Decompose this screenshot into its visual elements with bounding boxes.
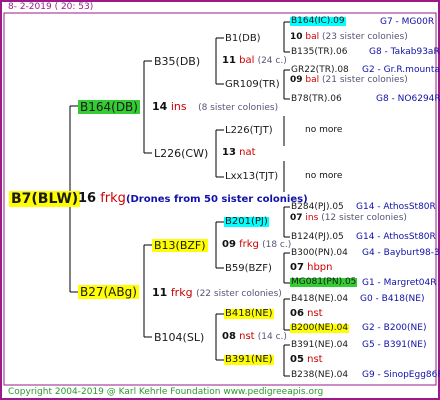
- gen4-2-note: (21 sister colonies): [322, 75, 408, 85]
- root-node[interactable]: B7(BLW): [9, 191, 81, 207]
- gen4-node-4[interactable]: Lxx13(TJT): [224, 172, 279, 182]
- gen5-nomore-1: no more: [305, 125, 343, 135]
- root-num: 16: [78, 191, 97, 206]
- gen3-3-num: 09: [222, 239, 236, 250]
- gen5-right-9: G14 - AthosSt80R: [356, 232, 436, 242]
- gen5-right-4: G2 - Gr.R.mounta: [362, 65, 440, 75]
- gen4-5-note: (12 sister colonies): [321, 213, 407, 223]
- gen5-nomore-2: no more: [305, 171, 343, 181]
- gen5-right-11: G1 - Margret04R: [362, 278, 437, 288]
- gen5-node-14[interactable]: B391(NE).04: [290, 341, 349, 350]
- gen3-2-year: nat: [239, 147, 256, 158]
- gen4-6-year: hbpn: [307, 262, 333, 273]
- gen4-7-num: 06: [290, 308, 304, 319]
- gen5-2-year: bal: [305, 32, 320, 42]
- gen2-node-top[interactable]: B164(DB): [78, 100, 140, 114]
- gen5-right-10: G4 - Bayburt98-3: [362, 248, 440, 258]
- gen5-right-1: G7 - MG00R: [380, 17, 435, 27]
- header-date: 8- 2-2019 ( 20: 53): [8, 2, 94, 12]
- gen2-top-info: 14 ins (8 sister colonies): [152, 101, 278, 113]
- gen5-node-12[interactable]: B418(NE).04: [290, 295, 349, 304]
- gen2-node-bottom[interactable]: B27(ABg): [78, 285, 139, 299]
- gen4-node-2[interactable]: GR109(TR): [224, 80, 281, 90]
- gen3-3-year: frkg: [239, 239, 259, 250]
- gen4-8-info: 05 nst: [290, 355, 323, 365]
- footer-copyright: Copyright 2004-2019 @ Karl Kehrle Founda…: [8, 387, 324, 397]
- gen5-node-13[interactable]: B200(NE).04: [290, 324, 350, 333]
- gen4-5-num: 07: [290, 213, 303, 223]
- gen3-2-info: 13 nat: [222, 148, 256, 158]
- gen2-bottom-num: 11: [152, 286, 168, 299]
- gen5-info-2: 10 bal (23 sister colonies): [290, 33, 408, 42]
- gen5-right-12: G0 - B418(NE): [360, 294, 425, 304]
- gen4-1-info: 11 bal (24 c.): [222, 56, 287, 66]
- gen4-5-info: 07 ins (12 sister colonies): [290, 214, 407, 223]
- gen3-4-note: (14 c.): [257, 332, 287, 342]
- gen5-node-1[interactable]: B164(IC).09: [290, 17, 346, 26]
- gen3-node-4[interactable]: B104(SL): [152, 331, 206, 344]
- root-drone-note: (Drones from 50 sister colonies): [125, 194, 308, 205]
- gen5-2-note: (23 sister colonies): [322, 32, 408, 42]
- root-info: 16 frkg(Drones from 50 sister colonies): [78, 192, 308, 205]
- gen3-3-info: 09 frkg (18 c.): [222, 240, 291, 250]
- gen5-node-11[interactable]: MG081(PN).05: [290, 278, 358, 287]
- gen5-node-3[interactable]: B135(TR).06: [290, 48, 348, 57]
- gen4-node-7[interactable]: B418(NE): [224, 309, 274, 319]
- gen5-right-8: G14 - AthosSt80R: [356, 202, 436, 212]
- gen4-1-num: 11: [222, 55, 236, 66]
- gen4-node-8[interactable]: B391(NE): [224, 355, 274, 365]
- gen4-8-year: nst: [307, 354, 323, 365]
- gen5-node-9[interactable]: B124(PJ).05: [290, 233, 345, 242]
- gen4-node-5[interactable]: B201(PJ): [224, 217, 269, 227]
- gen5-node-10[interactable]: B300(PN).04: [290, 249, 349, 258]
- gen5-2-num: 10: [290, 32, 303, 42]
- gen4-node-6[interactable]: B59(BZF): [224, 264, 273, 274]
- gen5-right-14: G5 - B391(NE): [362, 340, 427, 350]
- gen3-4-info: 08 nst (14 c.): [222, 332, 287, 342]
- gen3-node-3[interactable]: B13(BZF): [152, 239, 208, 252]
- gen3-4-num: 08: [222, 331, 236, 342]
- gen4-node-1[interactable]: B1(DB): [224, 34, 262, 44]
- gen3-node-2[interactable]: L226(CW): [152, 147, 210, 160]
- gen4-node-3[interactable]: L226(TJT): [224, 126, 274, 136]
- gen2-bottom-info: 11 frkg (22 sister colonies): [152, 287, 282, 299]
- gen4-1-year: bal: [239, 55, 255, 66]
- gen4-1-note: (24 c.): [257, 56, 287, 66]
- gen5-node-5[interactable]: B78(TR).06: [290, 95, 343, 104]
- pedigree-frame: 8- 2-2019 ( 20: 53) B7(BLW) 16 frkg(Dron…: [0, 0, 440, 400]
- gen4-8-num: 05: [290, 354, 304, 365]
- gen5-right-13: G2 - B200(NE): [362, 323, 427, 333]
- gen2-bottom-year: frkg: [170, 286, 193, 299]
- gen5-right-15: G9 - SinopEgg86R: [362, 370, 440, 380]
- gen2-bottom-note: (22 sister colonies): [196, 289, 282, 299]
- gen4-2-year: bal: [305, 75, 320, 85]
- gen5-right-3: G8 - Takab93aR: [369, 47, 440, 57]
- gen4-2-num: 09: [290, 75, 303, 85]
- gen4-7-info: 06 nst: [290, 309, 323, 319]
- gen3-2-num: 13: [222, 147, 236, 158]
- gen4-7-year: nst: [307, 308, 323, 319]
- gen3-node-1[interactable]: B35(DB): [152, 55, 202, 68]
- gen5-node-8[interactable]: B284(PJ).05: [290, 203, 345, 212]
- gen5-node-4[interactable]: GR22(TR).08: [290, 66, 350, 75]
- gen4-6-num: 07: [290, 262, 304, 273]
- gen2-top-year: ins: [170, 100, 187, 113]
- gen3-3-note: (18 c.): [262, 240, 292, 250]
- gen5-node-15[interactable]: B238(NE).04: [290, 371, 349, 380]
- gen2-top-num: 14: [152, 100, 168, 113]
- gen4-5-year: ins: [305, 213, 319, 223]
- gen5-right-5: G8 - NO6294R: [376, 94, 440, 104]
- gen4-6-info: 07 hbpn: [290, 263, 332, 273]
- gen2-top-note: (8 sister colonies): [198, 103, 279, 113]
- gen3-4-year: nst: [239, 331, 255, 342]
- gen4-2-info: 09 bal (21 sister colonies): [290, 76, 408, 85]
- root-year: frkg: [100, 191, 126, 206]
